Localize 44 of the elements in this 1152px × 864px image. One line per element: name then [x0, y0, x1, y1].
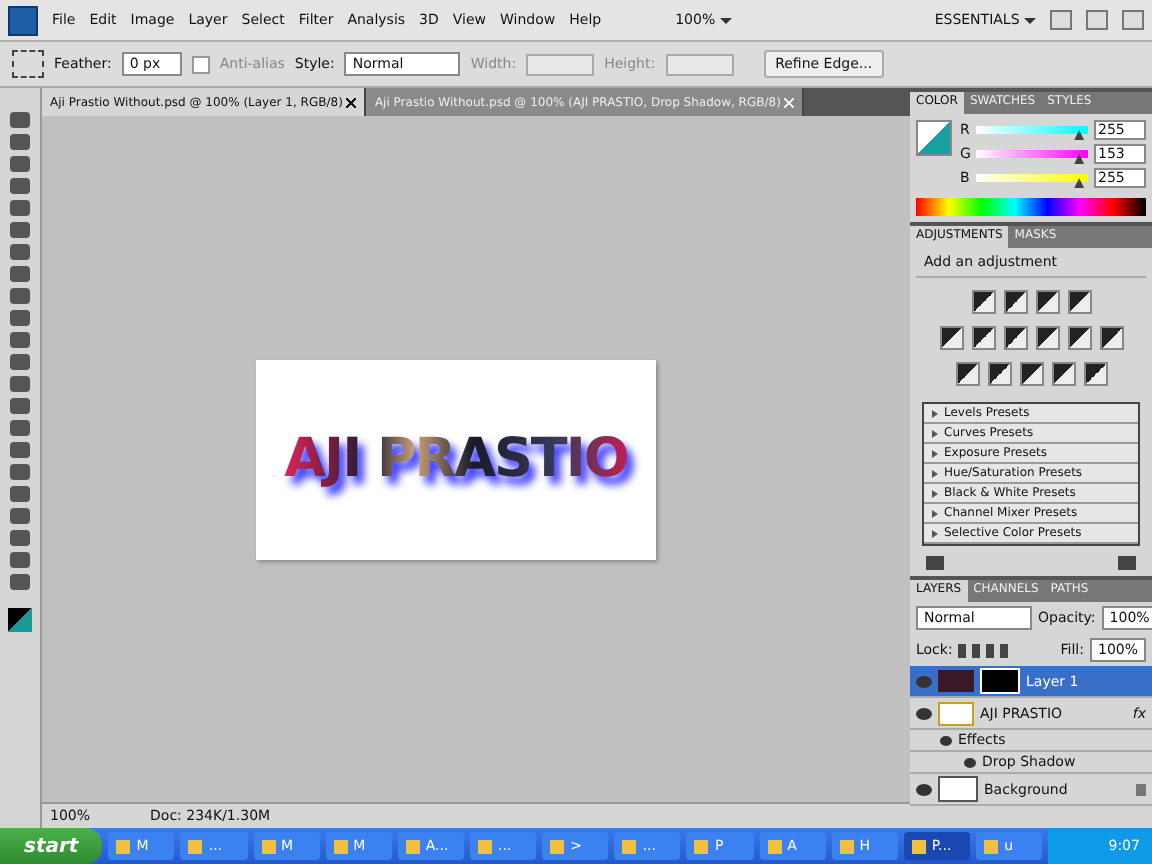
restore-button[interactable] — [1086, 10, 1108, 30]
layer-thumbnail — [938, 670, 974, 692]
expand-arrow-icon — [932, 529, 938, 537]
color-slider[interactable] — [976, 150, 1088, 158]
layer-thumbnail — [938, 776, 978, 802]
adjustment-icon[interactable] — [1035, 290, 1059, 314]
adjustment-icon[interactable] — [955, 362, 979, 386]
text-layer-icon — [938, 701, 974, 725]
expand-arrow-icon — [932, 409, 938, 417]
adjustment-icon[interactable] — [971, 326, 995, 350]
expand-arrow-icon — [932, 509, 938, 517]
adjustment-icon[interactable] — [1083, 362, 1107, 386]
adjustment-icon[interactable] — [971, 290, 995, 314]
layer-mask-thumbnail — [980, 668, 1020, 694]
adjustment-icon[interactable] — [1019, 362, 1043, 386]
expand-arrow-icon — [932, 469, 938, 477]
height-field[interactable] — [665, 53, 734, 75]
color-slider[interactable] — [976, 126, 1088, 134]
adjustment-icon[interactable] — [987, 362, 1011, 386]
adjustment-icon[interactable] — [1003, 326, 1027, 350]
expand-arrow-icon — [932, 449, 938, 457]
caret-icon — [1024, 17, 1036, 24]
color-slider[interactable] — [976, 174, 1088, 182]
width-field[interactable] — [526, 53, 595, 75]
caret-icon — [719, 17, 732, 24]
app-logo-icon — [8, 5, 38, 35]
expand-arrow-icon — [932, 429, 938, 437]
antialias-checkbox[interactable] — [191, 55, 210, 73]
marquee-tool-icon[interactable] — [12, 50, 44, 78]
adjustment-icon[interactable] — [1067, 326, 1091, 350]
adjustment-icon[interactable] — [1067, 290, 1091, 314]
adjustment-icon[interactable] — [1035, 326, 1059, 350]
close-icon[interactable] — [346, 97, 357, 107]
spectrum-ramp[interactable] — [916, 198, 1146, 216]
color-swatches-icon[interactable] — [916, 120, 952, 156]
expand-arrow-icon — [932, 489, 938, 497]
close-button[interactable] — [1122, 10, 1144, 30]
eye-icon[interactable] — [916, 783, 932, 795]
adjustment-icon[interactable] — [939, 326, 963, 350]
color-swatches-icon[interactable] — [8, 608, 32, 632]
adjustment-icon[interactable] — [1003, 290, 1027, 314]
adjustment-icon[interactable] — [1099, 326, 1123, 350]
adjustment-icon[interactable] — [1051, 362, 1075, 386]
minimize-button[interactable] — [1050, 10, 1072, 30]
